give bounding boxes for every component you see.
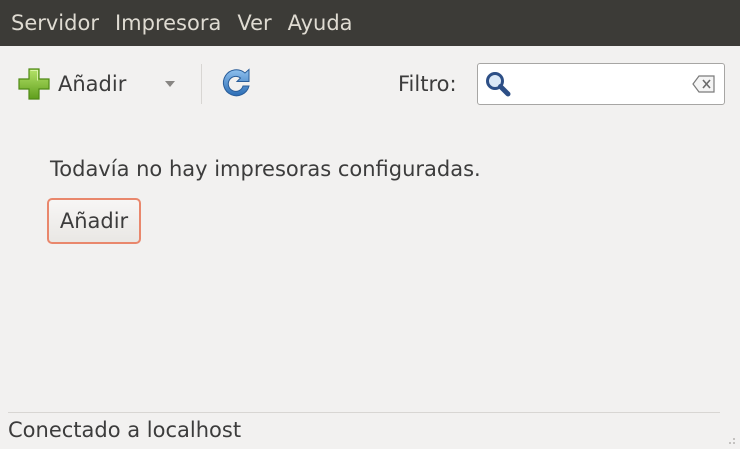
menu-ayuda[interactable]: Ayuda — [277, 0, 353, 46]
add-printer-button[interactable]: Añadir — [47, 198, 141, 244]
resize-grip-icon[interactable] — [724, 430, 736, 444]
toolbar: Añadir Filtro: — [0, 46, 740, 124]
filter-input[interactable] — [516, 68, 676, 100]
chevron-down-icon[interactable] — [162, 76, 178, 90]
status-text: Conectado a localhost — [8, 418, 242, 442]
filter-field[interactable] — [477, 63, 725, 105]
statusbar-divider — [8, 412, 720, 413]
menubar: Servidor Impresora Ver Ayuda — [0, 0, 740, 46]
menu-ver[interactable]: Ver — [226, 0, 271, 46]
filter-label: Filtro: — [398, 72, 457, 96]
toolbar-add-button[interactable]: Añadir — [16, 62, 126, 106]
menu-servidor[interactable]: Servidor — [0, 0, 99, 46]
empty-printers-message: Todavía no hay impresoras configuradas. — [50, 157, 481, 181]
clear-icon[interactable] — [692, 75, 716, 93]
search-icon — [484, 70, 512, 98]
plus-icon — [16, 66, 52, 102]
refresh-button[interactable] — [218, 64, 258, 104]
toolbar-separator — [201, 64, 202, 104]
toolbar-add-label: Añadir — [58, 72, 127, 96]
refresh-icon — [218, 68, 258, 108]
menu-impresora[interactable]: Impresora — [104, 0, 221, 46]
